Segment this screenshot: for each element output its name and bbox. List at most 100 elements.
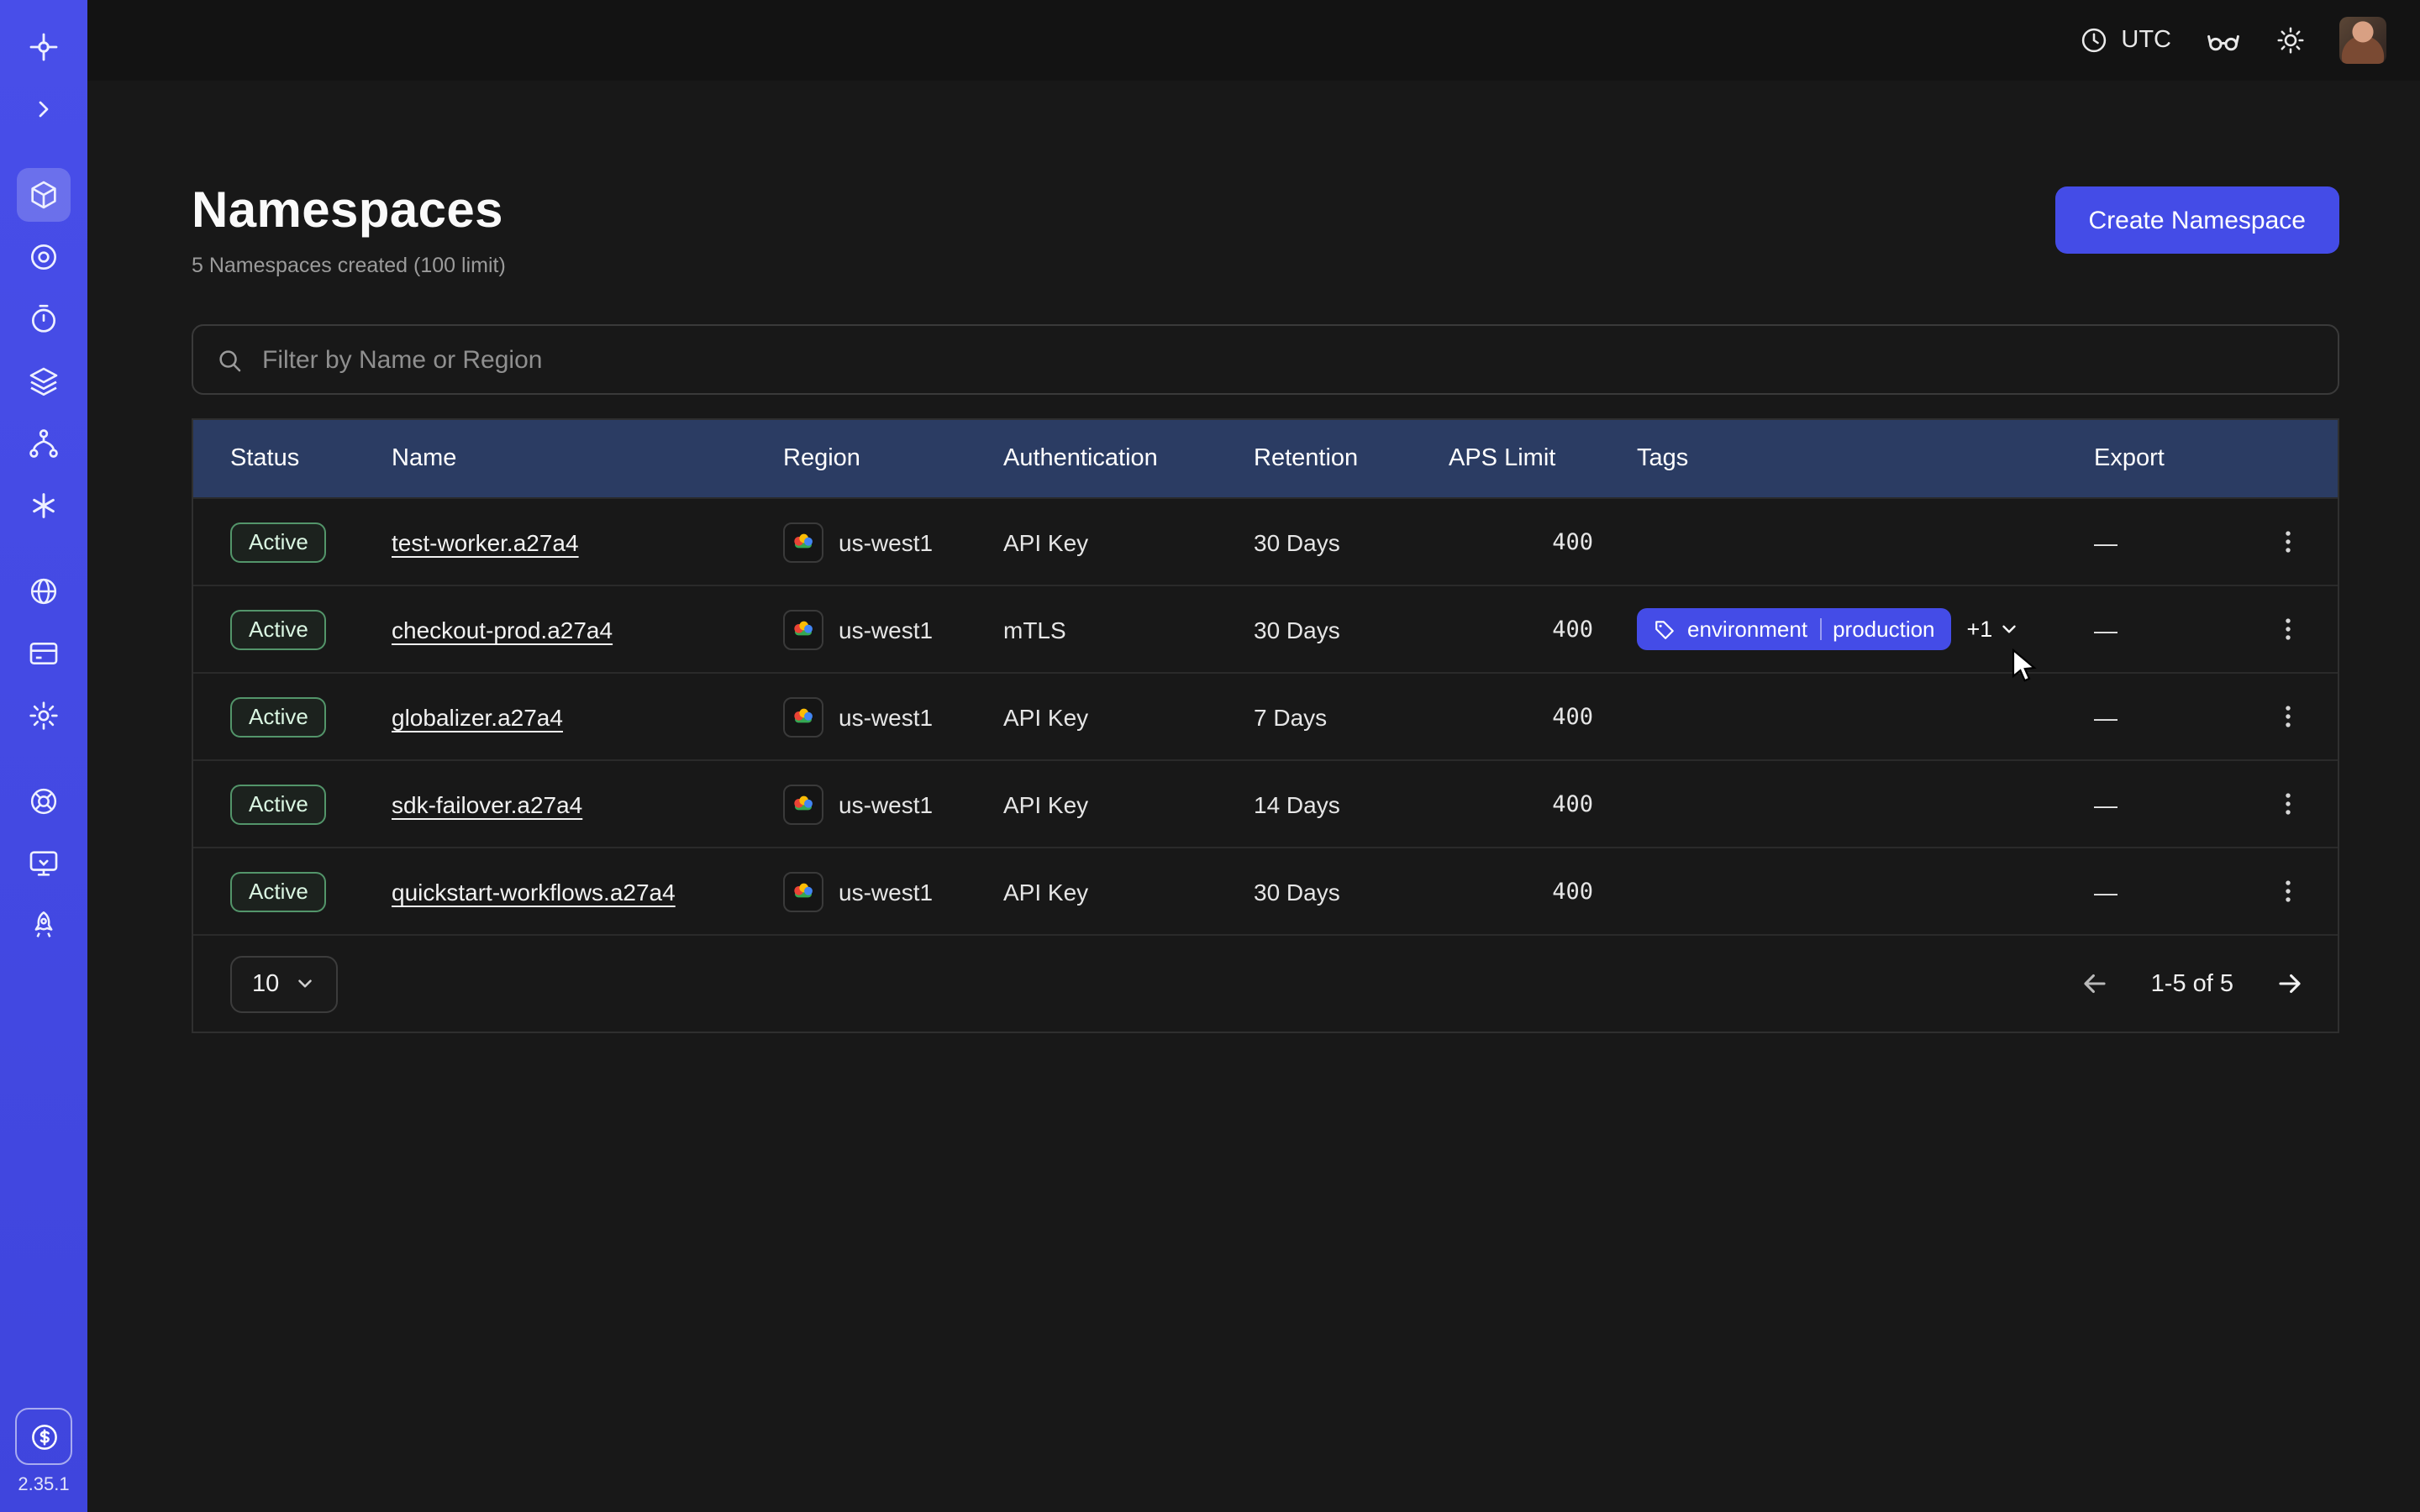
auth-label: API Key <box>1003 528 1254 555</box>
region-label: us-west1 <box>839 528 933 555</box>
user-avatar[interactable] <box>2339 17 2386 64</box>
gcp-cloud-icon <box>783 784 823 824</box>
sidebar-item-regions globe-icon[interactable] <box>17 564 71 618</box>
filter-bar <box>192 324 2339 395</box>
sidebar-item-billing card-icon[interactable] <box>17 627 71 680</box>
auth-label: API Key <box>1003 878 1254 905</box>
aps-limit-value: 400 <box>1449 703 1637 730</box>
tag-chip[interactable]: environment production <box>1637 608 1952 650</box>
region-label: us-west1 <box>839 878 933 905</box>
tag-icon <box>1654 618 1676 640</box>
temporal-logo-icon[interactable] <box>17 20 71 74</box>
export-value: — <box>2094 528 2260 555</box>
status-badge: Active <box>230 784 327 824</box>
timezone-selector[interactable]: UTC <box>2079 25 2171 55</box>
table-row: Active test-worker.a27a4 us-west1 API Ke… <box>193 497 2338 585</box>
filter-input[interactable] <box>259 344 2316 375</box>
page-header: Namespaces 5 Namespaces created (100 lim… <box>192 181 2339 277</box>
tag-key: environment <box>1687 617 1807 642</box>
retention-label: 30 Days <box>1254 878 1449 905</box>
tag-separator <box>1819 618 1821 640</box>
export-value: — <box>2094 703 2260 730</box>
auth-label: mTLS <box>1003 616 1254 643</box>
aps-limit-value: 400 <box>1449 878 1637 905</box>
usage-dollar-icon[interactable] <box>15 1408 72 1465</box>
create-namespace-button[interactable]: Create Namespace <box>2055 186 2339 254</box>
gcp-cloud-icon <box>783 871 823 911</box>
tags-expand-button[interactable]: +1 <box>1967 617 2020 642</box>
page-size-value: 10 <box>252 970 279 997</box>
topbar: UTC <box>87 0 2420 81</box>
page-title: Namespaces <box>192 181 2339 242</box>
page-size-select[interactable]: 10 <box>230 955 338 1012</box>
region-label: us-west1 <box>839 790 933 817</box>
auth-label: API Key <box>1003 790 1254 817</box>
sidebar-item-docs monitor-icon[interactable] <box>17 837 71 890</box>
sidebar-item-support lifebuoy-icon[interactable] <box>17 774 71 828</box>
chevron-down-icon <box>294 973 316 995</box>
export-value: — <box>2094 878 2260 905</box>
chevron-down-icon <box>1997 618 2019 640</box>
row-actions-kebab-icon[interactable] <box>2260 864 2314 918</box>
auth-label: API Key <box>1003 703 1254 730</box>
col-status: Status <box>230 445 392 472</box>
sidebar-item-nexus asterisk-icon[interactable] <box>17 479 71 533</box>
retention-label: 30 Days <box>1254 528 1449 555</box>
page-range-label: 1-5 of 5 <box>2151 970 2233 997</box>
gcp-cloud-icon <box>783 696 823 737</box>
namespace-link[interactable]: test-worker.a27a4 <box>392 528 579 555</box>
table-footer: 10 1-5 of 5 <box>193 934 2338 1032</box>
app-version: 2.35.1 <box>18 1475 69 1495</box>
status-badge: Active <box>230 609 327 649</box>
glasses-icon <box>2205 22 2242 59</box>
table-header-row: Status Name Region Authentication Retent… <box>193 420 2338 497</box>
retention-label: 14 Days <box>1254 790 1449 817</box>
sidebar-item-schedules timer-icon[interactable] <box>17 292 71 346</box>
export-value: — <box>2094 616 2260 643</box>
status-badge: Active <box>230 871 327 911</box>
status-badge: Active <box>230 696 327 737</box>
col-region: Region <box>783 445 1003 472</box>
data-encoder-button[interactable] <box>2205 22 2242 59</box>
table-row: Active quickstart-workflows.a27a4 us-wes… <box>193 847 2338 934</box>
aps-limit-value: 400 <box>1449 616 1637 643</box>
sidebar-item-deployments layers-icon[interactable] <box>17 354 71 408</box>
table-row: Active sdk-failover.a27a4 us-west1 API K… <box>193 759 2338 847</box>
export-value: — <box>2094 790 2260 817</box>
sun-icon <box>2275 25 2306 55</box>
sidebar-item-getting-started rocket-icon[interactable] <box>17 899 71 953</box>
table-row: Active globalizer.a27a4 us-west1 API Key <box>193 672 2338 759</box>
row-actions-kebab-icon[interactable] <box>2260 515 2314 569</box>
main-content: Namespaces 5 Namespaces created (100 lim… <box>87 81 2420 1512</box>
sidebar-item-settings gear-icon[interactable] <box>17 689 71 743</box>
row-actions-kebab-icon[interactable] <box>2260 690 2314 743</box>
col-authentication: Authentication <box>1003 445 1254 472</box>
tags-more-count: +1 <box>1967 617 1993 642</box>
col-aps-limit: APS Limit <box>1449 445 1637 472</box>
tags-cell: environment production +1 <box>1637 608 2094 650</box>
sidebar-item-target target-icon[interactable] <box>17 230 71 284</box>
retention-label: 30 Days <box>1254 616 1449 643</box>
row-actions-kebab-icon[interactable] <box>2260 777 2314 831</box>
namespace-link[interactable]: globalizer.a27a4 <box>392 703 563 730</box>
prev-page-button arrow-left-icon[interactable] <box>2077 965 2114 1002</box>
aps-limit-value: 400 <box>1449 528 1637 555</box>
sidebar: 2.35.1 <box>0 0 87 1512</box>
sidebar-item-namespaces cube-icon[interactable] <box>17 168 71 222</box>
namespace-link[interactable]: quickstart-workflows.a27a4 <box>392 878 676 905</box>
expand-sidebar-chevron-icon[interactable] <box>17 82 71 136</box>
aps-limit-value: 400 <box>1449 790 1637 817</box>
gcp-cloud-icon <box>783 522 823 562</box>
col-export: Export <box>2094 445 2260 472</box>
page-subtitle: 5 Namespaces created (100 limit) <box>192 254 2339 277</box>
next-page-button arrow-right-icon[interactable] <box>2270 965 2307 1002</box>
sidebar-item-workflows branch-icon[interactable] <box>17 417 71 470</box>
namespace-link[interactable]: checkout-prod.a27a4 <box>392 616 613 643</box>
col-tags: Tags <box>1637 445 2094 472</box>
namespace-link[interactable]: sdk-failover.a27a4 <box>392 790 582 817</box>
gcp-cloud-icon <box>783 609 823 649</box>
col-name: Name <box>392 445 783 472</box>
theme-toggle-button[interactable] <box>2275 25 2306 55</box>
pagination: 1-5 of 5 <box>2077 965 2307 1002</box>
row-actions-kebab-icon[interactable] <box>2260 602 2314 656</box>
